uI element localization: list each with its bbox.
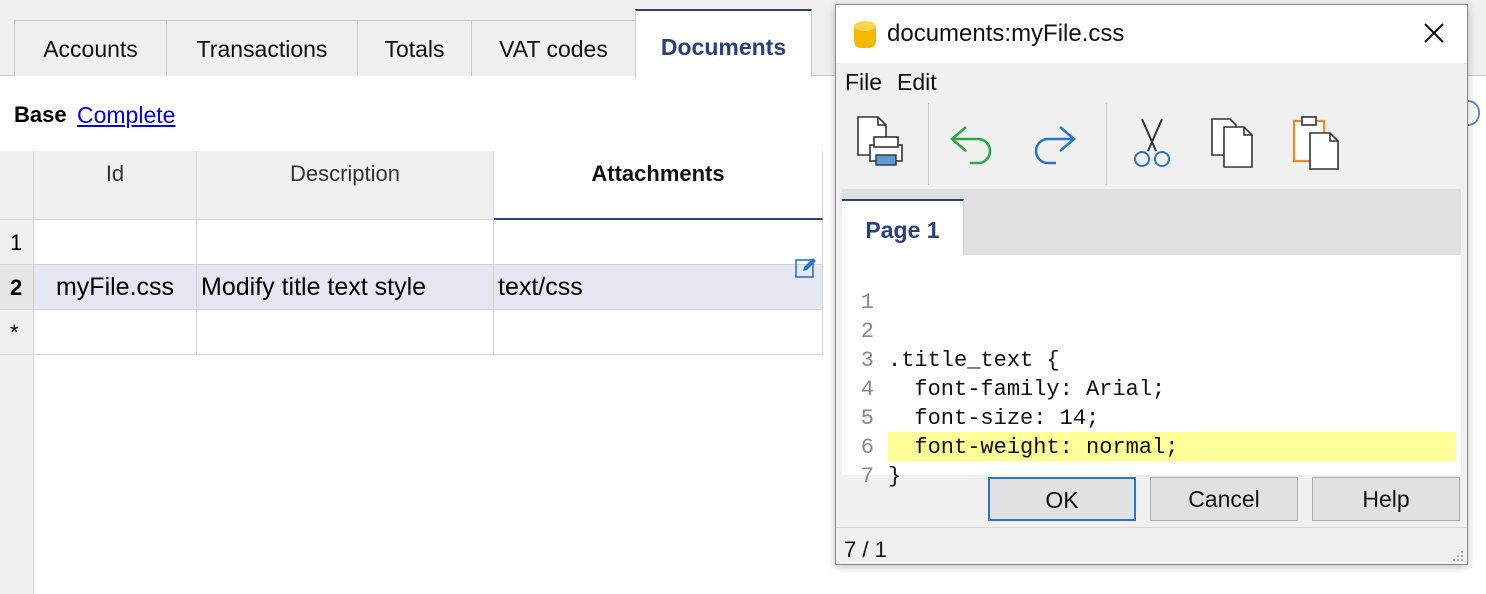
tab-vat-codes[interactable]: VAT codes bbox=[471, 20, 636, 76]
tab-transactions[interactable]: Transactions bbox=[166, 20, 358, 76]
tab-page-1[interactable]: Page 1 bbox=[842, 199, 964, 255]
cell-attachments[interactable] bbox=[494, 310, 823, 355]
cell-attachments[interactable] bbox=[494, 220, 823, 265]
menu-bar: File Edit bbox=[836, 63, 1467, 99]
ok-button[interactable]: OK bbox=[988, 477, 1136, 521]
row-number[interactable]: 1 bbox=[0, 220, 34, 265]
resize-grip-icon[interactable] bbox=[1452, 550, 1464, 562]
code-line-current: 7 bbox=[842, 433, 1461, 489]
code-line: 4 font-size: 14; bbox=[842, 346, 1461, 431]
page-tabbar: Page 1 bbox=[842, 189, 1461, 255]
menu-file[interactable]: File bbox=[845, 69, 882, 96]
view-complete-link[interactable]: Complete bbox=[77, 102, 175, 129]
status-bar: 7 / 1 bbox=[836, 527, 1467, 564]
print-icon[interactable] bbox=[850, 111, 910, 171]
cell-description[interactable] bbox=[197, 220, 494, 265]
edit-icon[interactable] bbox=[794, 256, 818, 280]
copy-icon[interactable] bbox=[1204, 111, 1264, 171]
view-base[interactable]: Base bbox=[14, 102, 67, 128]
row-number[interactable]: 2 bbox=[0, 265, 34, 310]
close-icon[interactable] bbox=[1414, 17, 1454, 51]
column-header-description[interactable]: Description bbox=[197, 151, 494, 220]
code-line: 2 .title_text { bbox=[842, 288, 1461, 373]
cell-attachments[interactable]: text/css bbox=[494, 265, 823, 310]
tab-accounts[interactable]: Accounts bbox=[14, 20, 167, 76]
tab-totals[interactable]: Totals bbox=[357, 20, 472, 76]
toolbar-separator bbox=[928, 103, 929, 185]
code-line: 3 font-family: Arial; bbox=[842, 317, 1461, 402]
cancel-button[interactable]: Cancel bbox=[1150, 477, 1298, 521]
code-line: 1 bbox=[842, 259, 1461, 315]
cell-id[interactable] bbox=[34, 220, 197, 265]
dialog-title: documents:myFile.css bbox=[887, 20, 1125, 47]
line-number: 7 bbox=[860, 464, 874, 489]
table-corner bbox=[0, 151, 34, 220]
cell-description[interactable]: Modify title text style bbox=[197, 265, 494, 310]
cell-id[interactable]: myFile.css bbox=[34, 265, 197, 310]
dialog-titlebar[interactable]: documents:myFile.css bbox=[836, 5, 1467, 63]
cut-icon[interactable] bbox=[1122, 111, 1182, 171]
document-editor-dialog: documents:myFile.css File Edit Page 1 1 … bbox=[835, 4, 1468, 565]
cell-id[interactable] bbox=[34, 310, 197, 355]
app-window: Accounts Transactions Totals VAT codes D… bbox=[0, 0, 1486, 594]
paste-icon[interactable] bbox=[1286, 111, 1346, 171]
row-number[interactable]: * bbox=[0, 310, 34, 355]
code-line: 6 } bbox=[842, 404, 1461, 489]
editor-toolbar bbox=[836, 99, 1467, 189]
cell-description[interactable] bbox=[197, 310, 494, 355]
code-editor[interactable]: 1 2 .title_text { 3 font-family: Arial; … bbox=[842, 255, 1461, 489]
menu-edit[interactable]: Edit bbox=[897, 69, 937, 96]
tab-documents[interactable]: Documents bbox=[635, 9, 812, 77]
documents-table: Id Description Attachments 1 2 myFile.cs… bbox=[0, 151, 823, 594]
undo-icon[interactable] bbox=[942, 111, 1002, 171]
help-button[interactable]: Help bbox=[1312, 477, 1460, 521]
cursor-position: 7 / 1 bbox=[844, 537, 887, 562]
app-icon bbox=[854, 21, 876, 48]
code-line: 5 font-weight: normal; bbox=[842, 375, 1461, 460]
column-header-attachments[interactable]: Attachments bbox=[494, 151, 823, 220]
redo-icon[interactable] bbox=[1024, 111, 1084, 171]
toolbar-separator bbox=[1106, 103, 1107, 185]
column-header-id[interactable]: Id bbox=[34, 151, 197, 220]
